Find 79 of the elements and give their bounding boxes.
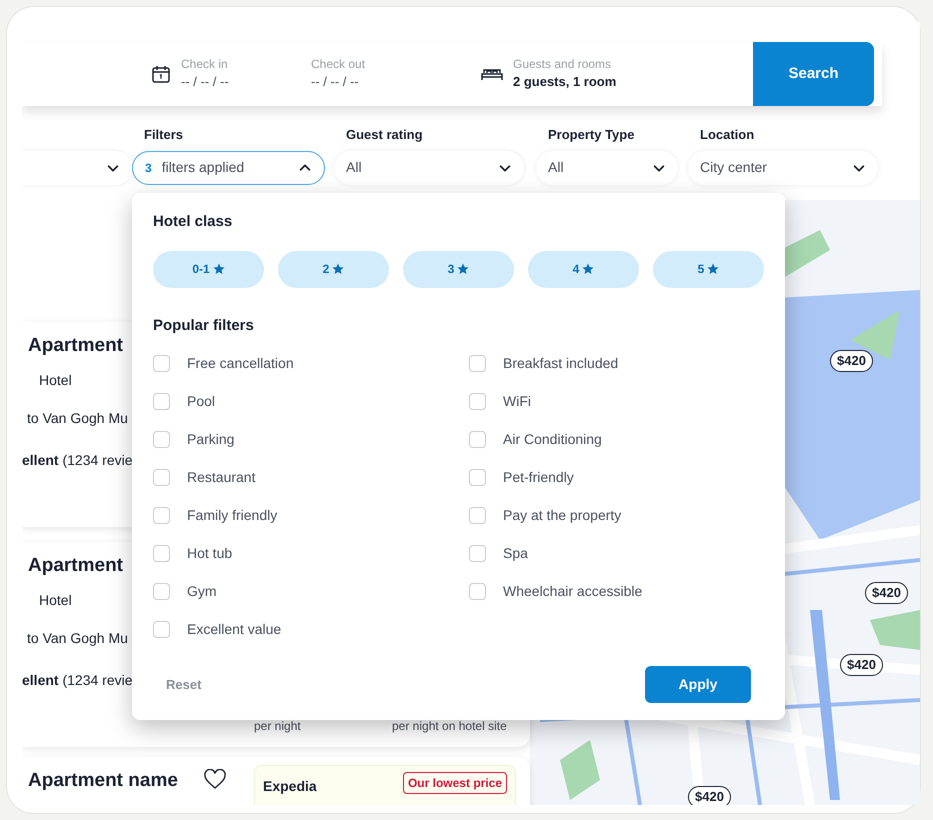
price-note: per night on hotel site <box>392 718 507 735</box>
dropdown[interactable]: All <box>334 150 524 184</box>
filter-label: Property Type <box>547 126 636 144</box>
price-pin[interactable]: $420 <box>830 350 873 372</box>
checkbox-row[interactable]: Spa <box>469 542 769 564</box>
checkbox[interactable] <box>153 620 170 638</box>
checkbox-row[interactable]: Excellent value <box>153 618 469 640</box>
price-note: per night <box>254 718 302 735</box>
dropdown[interactable]: All <box>536 150 678 184</box>
section-title: Hotel class <box>153 212 234 232</box>
star-icon <box>332 263 344 275</box>
checkbox[interactable] <box>469 544 486 562</box>
checkbox-row[interactable]: Parking <box>153 428 469 450</box>
star-icon <box>457 263 470 275</box>
checkbox[interactable] <box>469 430 486 448</box>
rating-text: ellent (1234 revie <box>22 451 133 470</box>
checkbox-row[interactable]: Family friendly <box>153 504 469 526</box>
checkbox-row[interactable]: Pool <box>153 390 469 412</box>
checkbox[interactable] <box>469 354 486 372</box>
hotel-class-chip[interactable]: 3 <box>403 250 514 288</box>
dropdown[interactable]: City center <box>688 150 878 184</box>
property-type: Hotel <box>39 371 72 390</box>
star-icon <box>582 263 594 275</box>
dropdown[interactable]: 3 filters applied <box>132 150 325 184</box>
checkbox[interactable] <box>469 506 486 524</box>
listing-title[interactable]: Apartment <box>28 552 124 580</box>
checkbox[interactable] <box>153 506 170 524</box>
checkbox[interactable] <box>153 354 170 372</box>
field-label: Guests and rooms <box>513 56 612 72</box>
price-pin[interactable]: $420 <box>840 654 883 676</box>
field-value[interactable]: -- / -- / -- <box>181 72 229 92</box>
field-label: Check out <box>311 56 366 72</box>
checkbox-row[interactable]: Pay at the property <box>469 504 769 526</box>
search-button[interactable]: Search <box>753 42 874 106</box>
checkbox-row[interactable]: Pet-friendly <box>469 466 769 488</box>
section-title: Popular filters <box>153 316 255 336</box>
checkbox[interactable] <box>153 582 170 600</box>
checkbox-row[interactable]: Air Conditioning <box>469 428 769 450</box>
checkbox[interactable] <box>469 392 486 410</box>
filter-label: Filters <box>143 126 184 144</box>
checkbox-row[interactable]: WiFi <box>469 390 769 412</box>
filter-label: Guest rating <box>345 126 424 144</box>
heart-icon[interactable] <box>204 769 226 789</box>
star-icon <box>212 263 225 275</box>
field-value[interactable]: -- / -- / -- <box>311 72 366 92</box>
hotel-class-chip[interactable]: 2 <box>278 250 389 288</box>
calendar-icon <box>151 64 171 84</box>
checkbox[interactable] <box>153 468 170 486</box>
price-pin[interactable]: $420 <box>688 786 731 805</box>
provider-name: Expedia <box>263 777 317 796</box>
checkbox-row[interactable]: Gym <box>153 580 469 602</box>
filter-label: Location <box>699 126 756 144</box>
checkbox-row[interactable]: Hot tub <box>153 542 469 564</box>
lowest-price-badge: Our lowest price <box>402 772 507 794</box>
apply-button[interactable]: Apply <box>645 666 751 703</box>
field-label: Check in <box>181 56 229 72</box>
checkbox[interactable] <box>469 582 486 600</box>
star-icon <box>707 263 720 275</box>
rating-text: ellent (1234 revie <box>22 671 133 690</box>
field-value[interactable]: 2 guests, 1 room <box>513 72 616 92</box>
listing-title[interactable]: Apartment <box>28 332 124 360</box>
hotel-class-chip[interactable]: 0-1 <box>153 250 264 288</box>
property-type: Hotel <box>39 591 72 610</box>
checkbox[interactable] <box>153 430 170 448</box>
checkbox[interactable] <box>153 544 170 562</box>
listing-title[interactable]: Apartment name <box>28 767 178 796</box>
price-pin[interactable]: $420 <box>865 582 908 604</box>
checkbox-row[interactable]: Wheelchair accessible <box>469 580 769 602</box>
distance-text: to Van Gogh Mu <box>27 629 128 648</box>
hotel-class-chip[interactable]: 5 <box>653 250 764 288</box>
hotel-class-chip[interactable]: 4 <box>528 250 639 288</box>
checkbox-row[interactable]: Restaurant <box>153 466 469 488</box>
checkbox[interactable] <box>153 392 170 410</box>
dropdown[interactable] <box>22 150 132 184</box>
distance-text: to Van Gogh Mu <box>27 409 128 428</box>
checkbox[interactable] <box>469 468 486 486</box>
filter-count: 3 <box>145 160 152 176</box>
checkbox-row[interactable]: Breakfast included <box>469 352 769 374</box>
checkbox-row[interactable]: Free cancellation <box>153 352 469 374</box>
